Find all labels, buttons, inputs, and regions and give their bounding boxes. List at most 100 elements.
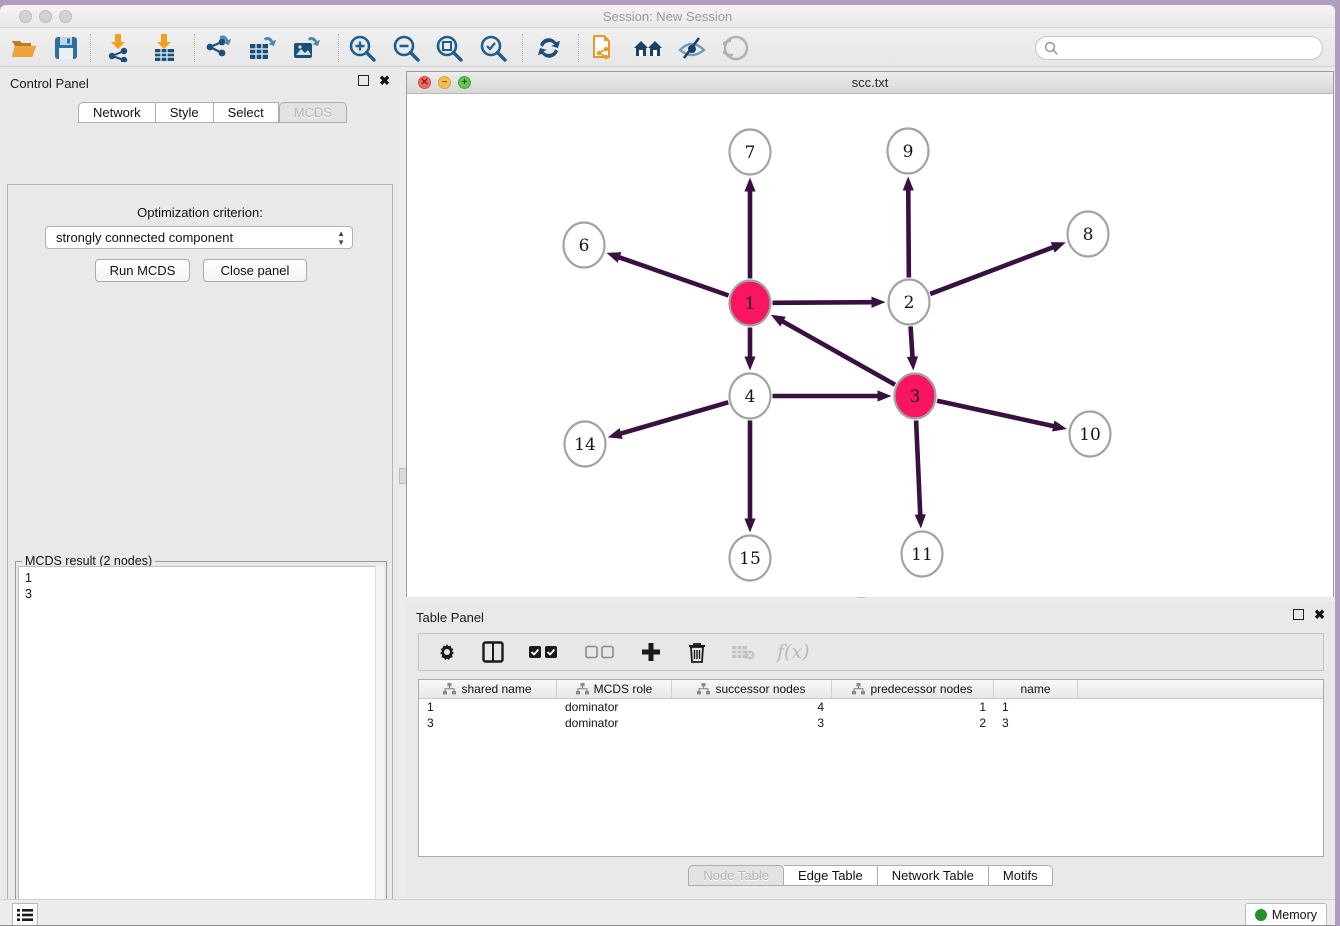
tab-select[interactable]: Select	[214, 102, 279, 123]
tab-style[interactable]: Style	[156, 102, 214, 123]
app-title: Session: New Session	[0, 9, 1335, 24]
memory-button[interactable]: Memory	[1245, 903, 1327, 926]
zoom-out-icon[interactable]	[390, 33, 422, 63]
column-tree-icon	[852, 683, 865, 695]
cell-successor-nodes[interactable]: 4	[672, 699, 832, 715]
show-column-panel-icon[interactable]	[481, 640, 505, 664]
result-scrollbar[interactable]	[375, 566, 384, 926]
column-tree-icon	[576, 683, 589, 695]
table-row[interactable]: 3dominator323	[419, 715, 1323, 731]
import-network-icon[interactable]	[102, 33, 134, 63]
graph-edge-arrowhead	[878, 390, 892, 401]
graph-edge-3-11[interactable]	[916, 420, 920, 516]
column-header-name[interactable]: name	[994, 680, 1078, 698]
birdseye-icon[interactable]	[720, 33, 752, 63]
optimization-criterion-value: strongly connected component	[56, 230, 233, 245]
open-session-icon[interactable]	[8, 33, 40, 63]
graph-edge-4-14[interactable]	[619, 402, 728, 434]
graph-edge-2-8[interactable]	[930, 247, 1054, 294]
cell-shared-name[interactable]: 3	[419, 715, 557, 731]
memory-status-dot	[1255, 909, 1267, 921]
cell-MCDS-role[interactable]: dominator	[557, 715, 672, 731]
save-session-icon[interactable]	[50, 33, 82, 63]
graph-edge-arrowhead	[744, 357, 755, 371]
graph-node-label-7: 7	[745, 143, 756, 163]
table-tabs: Node TableEdge TableNetwork TableMotifs	[688, 865, 1052, 886]
export-network-icon[interactable]	[202, 33, 234, 63]
task-history-button[interactable]	[12, 903, 38, 926]
tab-network[interactable]: Network	[78, 102, 156, 123]
toolbar-separator	[578, 34, 579, 62]
show-all-houses-icon[interactable]	[632, 33, 664, 63]
network-window-titlebar: ✕ − + scc.txt	[407, 72, 1333, 94]
tab-network-table[interactable]: Network Table	[878, 865, 989, 886]
optimization-criterion-select[interactable]: strongly connected component ▲▼	[45, 226, 353, 249]
graph-edge-3-1[interactable]	[781, 321, 895, 385]
create-column-plus-icon[interactable]	[639, 640, 663, 664]
screen: Session: New Session	[0, 0, 1340, 926]
column-label: shared name	[461, 682, 531, 696]
float-table-panel-icon[interactable]	[1293, 609, 1304, 620]
control-panel-tabs: NetworkStyleSelectMCDS	[78, 102, 347, 123]
graph-node-label-14: 14	[574, 435, 596, 455]
column-header-MCDS-role[interactable]: MCDS role	[557, 680, 672, 698]
mcds-result-group: MCDS result (2 nodes) 1 3	[15, 561, 387, 926]
clone-network-icon[interactable]	[588, 33, 620, 63]
network-canvas[interactable]: 1234678910111415	[407, 94, 1333, 597]
graph-edge-arrowhead	[871, 297, 885, 308]
column-header-successor-nodes[interactable]: successor nodes	[672, 680, 832, 698]
toolbar-separator	[194, 34, 195, 62]
table-settings-gear-icon[interactable]	[435, 640, 459, 664]
cell-MCDS-role[interactable]: dominator	[557, 699, 672, 715]
import-table-icon[interactable]	[148, 33, 180, 63]
graph-edge-1-2[interactable]	[772, 302, 873, 303]
search-field[interactable]	[1035, 36, 1323, 60]
delete-column-trash-icon[interactable]	[685, 640, 709, 664]
cell-predecessor-nodes[interactable]: 2	[832, 715, 994, 731]
apply-layout-icon[interactable]	[533, 33, 565, 63]
mcds-result-text[interactable]: 1 3	[18, 566, 384, 926]
column-header-predecessor-nodes[interactable]: predecessor nodes	[832, 680, 994, 698]
table-header-row: shared name MCDS rolesuccessor nodes prede…	[419, 680, 1323, 699]
table-row[interactable]: 1dominator411	[419, 699, 1323, 715]
zoom-fit-icon[interactable]	[433, 33, 465, 63]
graph-edge-arrowhead	[744, 178, 755, 192]
close-panel-button[interactable]: Close panel	[203, 259, 307, 282]
control-panel: Control Panel ✖ NetworkStyleSelectMCDS O…	[0, 67, 400, 898]
graph-edge-2-3[interactable]	[911, 326, 913, 358]
graph-edge-arrowhead	[1051, 242, 1066, 252]
export-image-icon[interactable]	[290, 33, 322, 63]
cell-shared-name[interactable]: 1	[419, 699, 557, 715]
graph-edge-3-10[interactable]	[937, 401, 1055, 427]
tab-node-table[interactable]: Node Table	[688, 865, 784, 886]
cell-name[interactable]: 1	[994, 699, 1078, 715]
hide-selected-eye-icon[interactable]	[676, 33, 708, 63]
network-graph: 1234678910111415	[407, 94, 1333, 597]
graph-node-label-2: 2	[904, 293, 915, 313]
tab-mcds[interactable]: MCDS	[279, 102, 347, 123]
tab-edge-table[interactable]: Edge Table	[784, 865, 878, 886]
table-panel-title: Table Panel	[416, 610, 484, 625]
table-panel: Table Panel ✖	[406, 601, 1335, 898]
cell-name[interactable]: 3	[994, 715, 1078, 731]
graph-node-label-8: 8	[1083, 225, 1094, 245]
graph-edge-2-9[interactable]	[908, 188, 909, 277]
optimization-criterion-label: Optimization criterion:	[8, 205, 392, 220]
cell-successor-nodes[interactable]: 3	[672, 715, 832, 731]
cell-predecessor-nodes[interactable]: 1	[832, 699, 994, 715]
float-panel-icon[interactable]	[358, 75, 369, 86]
close-table-panel-icon[interactable]: ✖	[1314, 609, 1325, 620]
zoom-in-icon[interactable]	[346, 33, 378, 63]
close-panel-icon[interactable]: ✖	[379, 75, 390, 86]
tab-motifs[interactable]: Motifs	[989, 865, 1053, 886]
deselect-all-rows-icon[interactable]	[583, 640, 617, 664]
graph-edge-arrowhead	[608, 428, 623, 439]
export-table-icon[interactable]	[246, 33, 278, 63]
zoom-selected-icon[interactable]	[477, 33, 509, 63]
select-all-rows-icon[interactable]	[527, 640, 561, 664]
column-header-shared-name[interactable]: shared name	[419, 680, 557, 698]
search-input[interactable]	[1059, 41, 1322, 55]
graph-edge-1-6[interactable]	[618, 257, 729, 296]
run-mcds-button[interactable]: Run MCDS	[95, 259, 190, 282]
column-label: predecessor nodes	[870, 682, 972, 696]
